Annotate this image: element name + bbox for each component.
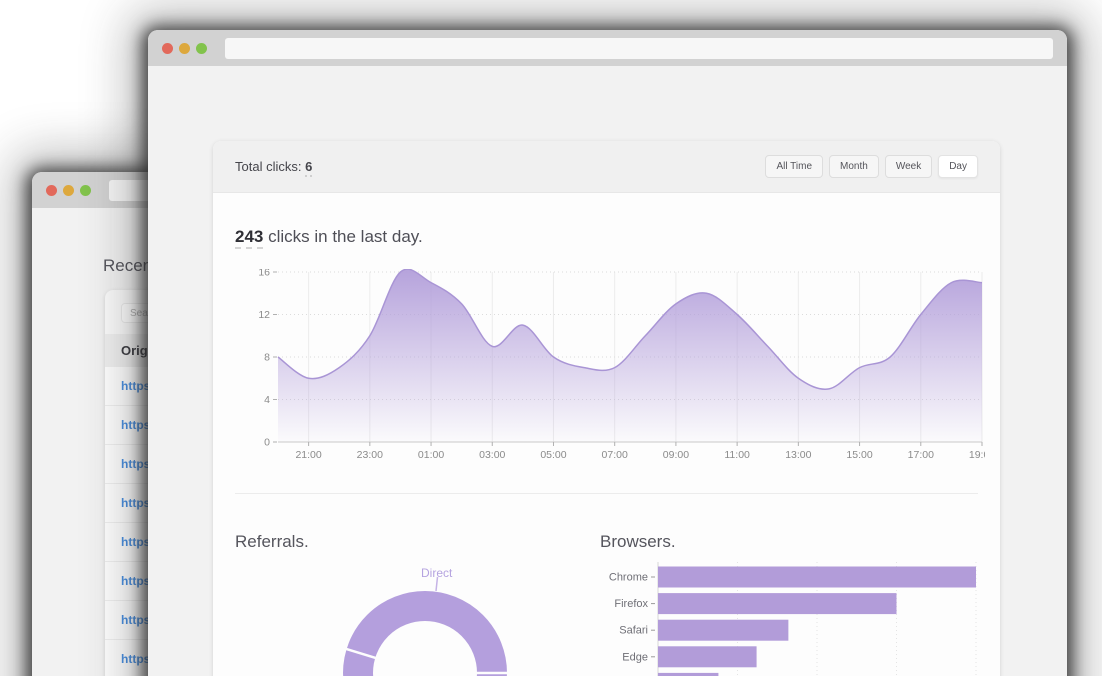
donut-label-pointer [435, 576, 439, 592]
total-clicks-label: Total clicks: 6 [235, 159, 313, 177]
svg-text:Chrome: Chrome [609, 572, 648, 584]
svg-text:16: 16 [258, 269, 270, 279]
browsers-title: Browsers. [600, 532, 676, 551]
maximize-icon[interactable] [80, 184, 91, 196]
clicks-area-chart: 0 4 8 12 16 21:00 23:00 01:00 03:00 05:00 07:00 09:… [235, 267, 995, 465]
filter-month-button[interactable]: Month [829, 155, 879, 178]
svg-text:0: 0 [264, 437, 270, 449]
clicks-headline: 243 clicks in the last day. [235, 227, 978, 249]
section-divider [235, 493, 978, 494]
filter-all-time-button[interactable]: All Time [765, 155, 824, 178]
browsers-bar-chart: ChromeFirefoxSafariEdgeOther [600, 560, 978, 676]
filter-day-button[interactable]: Day [938, 155, 978, 178]
minimize-icon[interactable] [179, 42, 190, 54]
svg-text:01:00: 01:00 [418, 449, 444, 461]
fg-titlebar [148, 30, 1067, 66]
close-icon[interactable] [46, 184, 57, 196]
bg-traffic-lights [46, 184, 91, 196]
svg-text:Safari: Safari [619, 625, 648, 637]
bottom-sections: Referrals. Direct Browsers. Chrome Firef… [235, 532, 978, 676]
analytics-browser-window: Total clicks: 6 All Time Month Week Day … [148, 30, 1067, 676]
referrals-donut-chart [325, 573, 525, 676]
fg-traffic-lights [162, 42, 207, 54]
fg-url-bar[interactable] [225, 37, 1053, 59]
svg-text:15:00: 15:00 [846, 449, 872, 461]
svg-text:Firefox: Firefox [614, 598, 648, 610]
svg-text:19:00: 19:00 [969, 449, 985, 461]
browsers-section: Browsers. ChromeFirefoxSafariEdgeOther [600, 532, 978, 676]
click-stats-card: Total clicks: 6 All Time Month Week Day … [213, 141, 1000, 676]
minimize-icon[interactable] [63, 184, 74, 196]
clicks-headline-text: clicks in the last day. [263, 227, 423, 246]
stats-card-body: 243 clicks in the last day. 0 4 8 12 16 21:00… [213, 193, 1000, 676]
recent-links-heading: Recen [103, 256, 153, 275]
svg-text:11:00: 11:00 [724, 449, 750, 461]
svg-text:4: 4 [264, 394, 270, 406]
svg-text:17:00: 17:00 [908, 449, 934, 461]
stats-card-header: Total clicks: 6 All Time Month Week Day [213, 141, 1000, 193]
svg-text:21:00: 21:00 [295, 449, 321, 461]
svg-text:03:00: 03:00 [479, 449, 505, 461]
svg-text:07:00: 07:00 [602, 449, 628, 461]
svg-text:12: 12 [258, 309, 270, 321]
total-clicks-text: Total clicks: [235, 159, 302, 174]
time-filter-group: All Time Month Week Day [765, 155, 978, 178]
svg-text:09:00: 09:00 [663, 449, 689, 461]
referrals-title: Referrals. [235, 532, 309, 551]
donut-ring [343, 591, 507, 676]
svg-text:13:00: 13:00 [785, 449, 811, 461]
svg-text:8: 8 [264, 352, 270, 364]
svg-text:Edge: Edge [622, 651, 648, 663]
svg-text:23:00: 23:00 [357, 449, 383, 461]
fg-window-body: Total clicks: 6 All Time Month Week Day … [148, 66, 1067, 676]
close-icon[interactable] [162, 42, 173, 54]
referrals-section: Referrals. Direct [235, 532, 578, 676]
clicks-count: 243 [235, 227, 264, 249]
total-clicks-value: 6 [305, 159, 313, 177]
maximize-icon[interactable] [196, 42, 207, 54]
filter-week-button[interactable]: Week [884, 155, 933, 178]
svg-text:05:00: 05:00 [540, 449, 566, 461]
